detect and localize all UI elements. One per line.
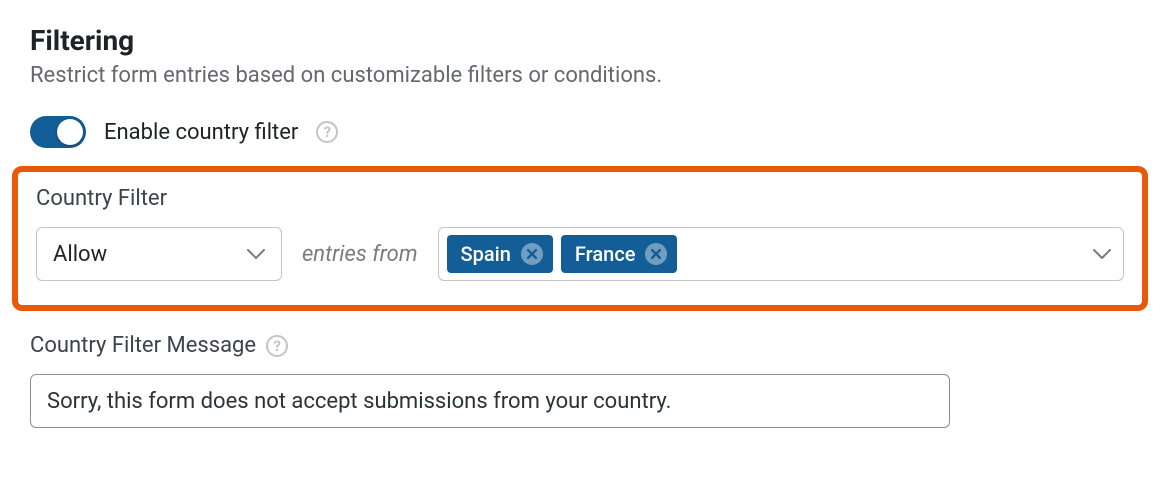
section-description: Restrict form entries based on customiza…: [30, 63, 1130, 88]
filter-action-value: Allow: [53, 242, 107, 267]
country-filter-message-label: Country Filter Message ?: [30, 333, 1130, 358]
chevron-down-icon: [247, 249, 265, 260]
country-filter-label-text: Country Filter: [36, 186, 167, 211]
remove-tag-icon[interactable]: [645, 243, 667, 265]
message-value: Sorry, this form does not accept submiss…: [47, 389, 671, 414]
country-filter-label: Country Filter: [36, 186, 1124, 211]
country-tag-france: France: [561, 235, 678, 273]
section-title: Filtering: [30, 24, 1130, 57]
country-filter-highlight-box: Country Filter Allow entries from Spain …: [12, 166, 1148, 311]
help-icon[interactable]: ?: [316, 121, 338, 143]
enable-country-filter-toggle[interactable]: [30, 116, 86, 148]
country-multi-select[interactable]: Spain France: [438, 227, 1124, 281]
filter-action-select[interactable]: Allow: [36, 227, 282, 281]
country-tag-label: Spain: [461, 242, 511, 266]
toggle-knob: [57, 119, 83, 145]
country-filter-message-input[interactable]: Sorry, this form does not accept submiss…: [30, 374, 950, 428]
country-tag-spain: Spain: [447, 235, 553, 273]
country-filter-row: Allow entries from Spain France: [36, 227, 1124, 281]
remove-tag-icon[interactable]: [521, 243, 543, 265]
chevron-down-icon: [1093, 249, 1111, 260]
country-tag-label: France: [575, 242, 636, 266]
enable-country-filter-label: Enable country filter: [104, 120, 298, 145]
help-icon[interactable]: ?: [266, 335, 288, 357]
enable-country-filter-row: Enable country filter ?: [30, 116, 1130, 148]
entries-from-text: entries from: [302, 242, 418, 267]
message-label-text: Country Filter Message: [30, 333, 256, 358]
